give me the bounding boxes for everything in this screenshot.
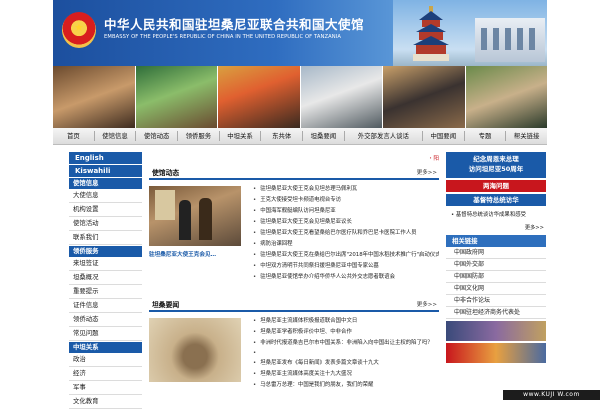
nav-home[interactable]: 首页 (53, 128, 94, 144)
news-item[interactable]: 坦桑尼亚发布《每日新闻》发表多篇文章谈十九大 (253, 358, 439, 369)
nav-links[interactable]: 帮关链接 (506, 128, 547, 144)
news-item[interactable]: 坦桑尼亚主流媒体高度关注十九大盛况 (253, 369, 439, 380)
news-photo[interactable] (149, 186, 241, 246)
banner-photo (465, 66, 547, 128)
banner-photo (383, 66, 466, 128)
news-item[interactable]: 驻坦桑尼亚大使王克看望桑给巴尔医疗队和乔巴尼卡医院工作人员 (253, 228, 439, 239)
nav-relations[interactable]: 中坦关系 (220, 128, 261, 144)
sidebar-section-title[interactable]: 中坦关系 (69, 342, 142, 353)
sidebar-item[interactable]: 领侨动态 (69, 313, 142, 327)
sidebar-item[interactable]: 使馆活动 (69, 217, 142, 231)
header-landmark-image (393, 0, 547, 66)
nav-topics[interactable]: 专题 (465, 128, 506, 144)
banner-photo (53, 66, 136, 128)
news-item[interactable]: 王克大使接受坦卡频道电视台专访 (253, 195, 439, 206)
lang-kiswahili-button[interactable]: Kiswahili (69, 165, 142, 177)
sidebar-item[interactable]: 常见问题 (69, 327, 142, 341)
sidebar-item[interactable]: 联系我们 (69, 231, 142, 245)
photo-banner (53, 66, 547, 128)
page-container: ★ 中华人民共和国驻坦桑尼亚联合共和国大使馆 EMBASSY OF THE PE… (53, 0, 547, 409)
red-tag: ・阳 (427, 156, 439, 162)
news-item[interactable]: 马总雷万总理：中国是我们的朋友，我们的荣耀 (253, 380, 439, 391)
news-item[interactable]: 坦桑尼亚学者积极评价中坦、中非合作 (253, 327, 439, 338)
banner-line: 纪念周恩来总理 (473, 155, 519, 163)
nav-embassy-news[interactable]: 使馆动态 (136, 128, 177, 144)
main-nav: 首页 使馆信息 使馆动态 领侨服务 中坦关系 东共体 坦桑要闻 外交部发言人谈话… (53, 128, 547, 145)
more-link[interactable]: 更多>> (417, 168, 437, 176)
national-emblem-icon: ★ (62, 12, 96, 48)
sidebar-item[interactable]: 政治 (69, 353, 142, 367)
state-visit-banner[interactable]: 基督特总统访华 (446, 194, 546, 206)
news-item[interactable]: 坦桑尼亚主流媒体积极报道联合国中文日 (253, 316, 439, 327)
sidebar-item[interactable]: 军事 (69, 381, 142, 395)
related-link[interactable]: 中非合作论坛 (446, 295, 546, 307)
right-news-text: 基督特总统谈访华成果和感受 (455, 212, 526, 218)
nav-spokesperson[interactable]: 外交部发言人谈话 (345, 128, 422, 144)
news-item (253, 349, 439, 358)
banner-line: 访问坦尼亚50周年 (468, 165, 524, 173)
sidebar-item[interactable]: 文化教育 (69, 395, 142, 409)
news-photo[interactable] (149, 318, 241, 382)
more-link[interactable]: 更多>> (446, 224, 546, 231)
news-item[interactable]: 病防治课回程 (253, 239, 439, 250)
banner-photo (218, 66, 301, 128)
sidebar-item[interactable]: 机构设置 (69, 203, 142, 217)
nav-consular[interactable]: 领侨服务 (178, 128, 219, 144)
nav-embassy-info[interactable]: 使馆信息 (95, 128, 136, 144)
two-seas-banner[interactable]: 两海问题 (446, 180, 546, 192)
sidebar-section-title[interactable]: 使馆信息 (69, 178, 142, 189)
more-link[interactable]: 更多>> (417, 300, 437, 308)
news-item[interactable]: 驻坦桑尼亚大使王克会见坦桑尼亚议长 (253, 217, 439, 228)
promo-image[interactable] (446, 321, 546, 341)
news-item[interactable]: 驻坦桑尼亚大使王克会见坦总理马佩利瓦 (253, 184, 439, 195)
sidebar-item[interactable]: 经济 (69, 367, 142, 381)
site-header: ★ 中华人民共和国驻坦桑尼亚联合共和国大使馆 EMBASSY OF THE PE… (53, 0, 547, 66)
right-sidebar: 纪念周恩来总理 访问坦尼亚50周年 两海问题 基督特总统访华 • 基督特总统谈访… (446, 152, 546, 363)
sidebar-item[interactable]: 大使信息 (69, 189, 142, 203)
railway-station-image (475, 18, 545, 62)
nav-china-news[interactable]: 中国要闻 (423, 128, 464, 144)
related-link[interactable]: 中国驻坦经济商务代表处 (446, 307, 546, 319)
related-link[interactable]: 中国政府网 (446, 247, 546, 259)
sidebar-item[interactable]: 来坦签证 (69, 257, 142, 271)
sidebar-item[interactable]: 坦桑概况 (69, 271, 142, 285)
embassy-news-section: 使馆动态 更多>> 驻坦桑尼亚大使王克会见… 驻坦桑尼亚大使王克会见坦总理马佩利… (149, 166, 439, 280)
banner-photo (135, 66, 218, 128)
nav-tz-news[interactable]: 坦桑要闻 (303, 128, 344, 144)
nav-eac[interactable]: 东共体 (261, 128, 302, 144)
news-item[interactable]: 非洲时代报道桑吉巴尔市中国关系：非洲陷入向中国出让主权的陷了吗？ (253, 338, 439, 349)
news-photo-caption[interactable]: 驻坦桑尼亚大使王克会见… (149, 250, 216, 258)
related-link[interactable]: 中国国防部 (446, 271, 546, 283)
site-title-cn: 中华人民共和国驻坦桑尼亚联合共和国大使馆 (104, 17, 365, 32)
news-item[interactable]: 中坦双方清明节共同祭扫援坦桑尼亚中国专家公墓 (253, 261, 439, 272)
section-title: 坦桑要闻 (152, 301, 180, 309)
section-header: 坦桑要闻 更多>> (149, 298, 439, 312)
related-link[interactable]: 中国外交部 (446, 259, 546, 271)
section-title: 使馆动态 (152, 169, 180, 177)
sidebar-section-title[interactable]: 领侨服务 (69, 246, 142, 257)
sidebar-item[interactable]: 重要提示 (69, 285, 142, 299)
links-title: 相关链接 (446, 235, 546, 247)
site-title-en: EMBASSY OF THE PEOPLE'S REPUBLIC OF CHIN… (104, 34, 342, 40)
tanzania-news-section: 坦桑要闻 更多>> 坦桑尼亚主流媒体积极报道联合国中文日 坦桑尼亚学者积极评价中… (149, 298, 439, 388)
lang-english-button[interactable]: English (69, 152, 142, 164)
news-list: 坦桑尼亚主流媒体积极报道联合国中文日 坦桑尼亚学者积极评价中坦、中非合作 非洲时… (253, 316, 439, 391)
news-item[interactable]: 中国海军舰艇编队访问坦桑尼亚 (253, 206, 439, 217)
news-item[interactable]: 驻坦桑尼亚使馆举办介绍华侨华人公共外交志愿者联谊会 (253, 272, 439, 283)
news-item[interactable]: 驻坦桑尼亚大使王克在桑给巴尔出席"2018年中国水稻技术推广行"启动仪式 (253, 250, 439, 261)
related-link[interactable]: 中国文化网 (446, 283, 546, 295)
promo-image[interactable] (446, 343, 546, 363)
temple-of-heaven-icon (413, 6, 449, 61)
right-news-item[interactable]: • 基督特总统谈访华成果和感受 (446, 210, 546, 218)
left-sidebar: English Kiswahili 使馆信息 大使信息 机构设置 使馆活动 联系… (69, 152, 142, 409)
banner-photo (300, 66, 383, 128)
site-watermark: www.KUJI W.com (503, 390, 600, 400)
zhou-enlai-banner[interactable]: 纪念周恩来总理 访问坦尼亚50周年 (446, 152, 546, 178)
news-list: 驻坦桑尼亚大使王克会见坦总理马佩利瓦 王克大使接受坦卡频道电视台专访 中国海军舰… (253, 184, 439, 283)
sidebar-item[interactable]: 证件信息 (69, 299, 142, 313)
section-header: 使馆动态 更多>> (149, 166, 439, 180)
